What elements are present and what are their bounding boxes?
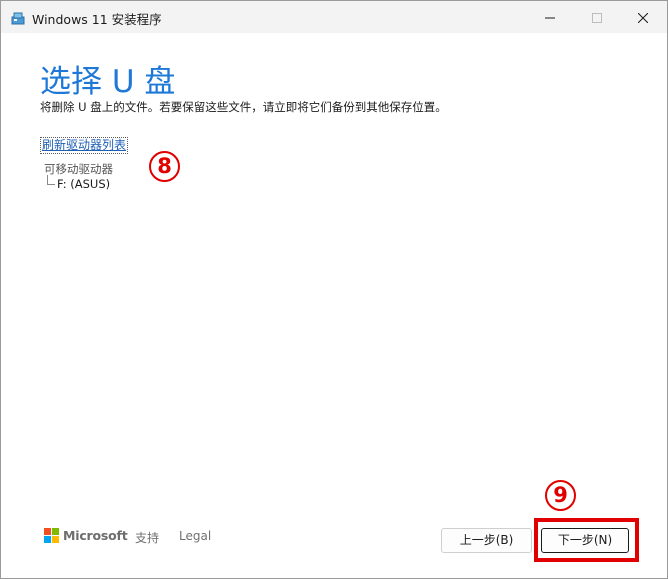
setup-disk-icon <box>11 10 25 25</box>
logo-square-green <box>52 528 59 535</box>
page-subtitle: 将删除 U 盘上的文件。若要保留这些文件，请立即将它们备份到其他保存位置。 <box>40 100 447 114</box>
annotation-highlight-box <box>534 518 639 562</box>
tree-branch-line <box>47 175 55 185</box>
close-button[interactable] <box>620 1 666 33</box>
setup-window: Windows 11 安装程序 选择 U 盘 将删除 U 盘上的文件。若要保留这… <box>0 0 668 579</box>
logo-square-yellow <box>52 536 59 543</box>
drive-item-f-asus[interactable]: F: (ASUS) <box>57 177 110 191</box>
logo-square-blue <box>44 536 51 543</box>
title-bar[interactable]: Windows 11 安装程序 <box>1 1 667 33</box>
microsoft-brand-text: Microsoft <box>63 528 128 543</box>
window-title: Windows 11 安装程序 <box>32 12 162 27</box>
minimize-icon <box>545 8 555 27</box>
back-button[interactable]: 上一步(B) <box>441 528 532 553</box>
annotation-marker-8: 8 <box>149 151 180 182</box>
logo-square-red <box>44 528 51 535</box>
maximize-button <box>574 1 620 33</box>
minimize-button[interactable] <box>527 1 573 33</box>
legal-link[interactable]: Legal <box>179 529 211 543</box>
annotation-marker-9: 9 <box>545 480 576 511</box>
support-link[interactable]: 支持 <box>135 529 159 546</box>
page-title: 选择 U 盘 <box>40 64 176 100</box>
maximize-icon <box>592 8 602 27</box>
microsoft-logo-icon <box>44 528 59 543</box>
refresh-drive-list-link[interactable]: 刷新驱动器列表 <box>40 137 129 154</box>
close-icon <box>637 8 649 27</box>
